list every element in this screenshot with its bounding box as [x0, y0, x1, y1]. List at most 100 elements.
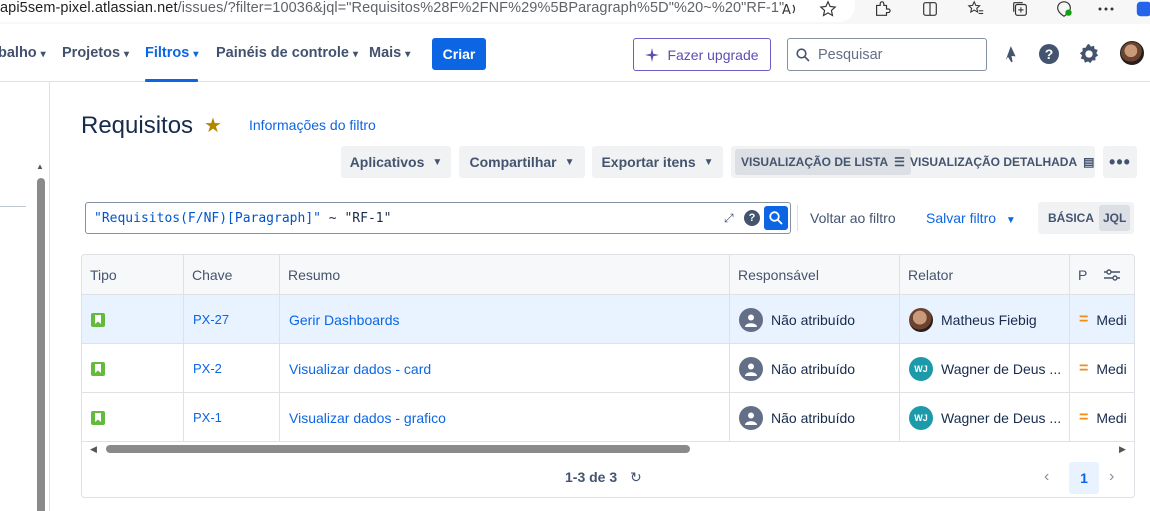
priority-cell[interactable]: = Medi	[1069, 344, 1134, 393]
jql-search-button[interactable]	[764, 206, 788, 230]
chevron-down-icon: ▼	[703, 156, 714, 168]
help-icon[interactable]: ?	[1036, 41, 1062, 67]
horizontal-scrollbar[interactable]: ◀ ▶	[82, 442, 1134, 456]
create-button[interactable]: Criar	[432, 38, 486, 70]
type-cell	[82, 295, 183, 344]
header-key[interactable]: Chave	[183, 255, 279, 295]
priority-medium-icon: =	[1079, 408, 1089, 426]
search-mode-toggle: BÁSICA JQL	[1038, 202, 1134, 234]
key-cell[interactable]: PX-1	[183, 393, 279, 442]
table-row[interactable]: PX-2 Visualizar dados - card Não atribuí…	[82, 344, 1134, 393]
scroll-left-arrow-icon[interactable]: ◀	[90, 444, 97, 455]
assignee-cell[interactable]: Não atribuído	[729, 344, 899, 393]
notifications-icon[interactable]	[996, 41, 1022, 67]
apps-button[interactable]: Aplicativos ▼	[341, 146, 451, 178]
chevron-down-icon: ▼	[564, 156, 575, 168]
column-settings-icon[interactable]	[1103, 267, 1121, 283]
url-text[interactable]: api5sem-pixel.atlassian.net/issues/?filt…	[0, 0, 784, 17]
scroll-up-arrow-icon[interactable]: ▲	[36, 162, 44, 171]
header-reporter[interactable]: Relator	[899, 255, 1069, 295]
priority-cell[interactable]: = Medi	[1069, 295, 1134, 344]
favorite-star-icon[interactable]	[818, 0, 838, 18]
header-priority[interactable]: P	[1069, 255, 1134, 295]
header-assignee[interactable]: Responsável	[729, 255, 899, 295]
search-input[interactable]: Pesquisar	[787, 38, 987, 71]
chevron-down-icon: ▼	[432, 156, 443, 168]
key-cell[interactable]: PX-27	[183, 295, 279, 344]
previous-page-icon[interactable]: ‹	[1044, 468, 1049, 486]
priority-medium-icon: =	[1079, 359, 1089, 377]
filter-info-link[interactable]: Informações do filtro	[249, 117, 376, 133]
basic-mode-button[interactable]: BÁSICA	[1044, 205, 1098, 231]
key-cell[interactable]: PX-2	[183, 344, 279, 393]
nav-projects[interactable]: Projetos ▾	[62, 45, 129, 61]
reporter-cell[interactable]: WJ Wagner de Deus ...	[899, 344, 1069, 393]
result-count: 1-3 de 3	[565, 469, 618, 485]
view-toggle: VISUALIZAÇÃO DE LISTA ☰ VISUALIZAÇÃO DETA…	[731, 146, 1095, 178]
collections-icon[interactable]	[1010, 0, 1030, 18]
favorites-icon[interactable]	[966, 0, 986, 18]
more-actions-button[interactable]: •••	[1103, 146, 1137, 178]
refresh-icon[interactable]: ↻	[630, 469, 642, 486]
settings-gear-icon[interactable]	[1076, 41, 1102, 67]
share-button[interactable]: Compartilhar ▼	[459, 146, 585, 178]
browser-menu-icon[interactable]	[1096, 0, 1116, 18]
nav-active-indicator	[145, 79, 198, 82]
summary-cell[interactable]: Visualizar dados - grafico	[279, 393, 729, 442]
upgrade-label: Fazer upgrade	[667, 46, 759, 63]
detail-view-toggle[interactable]: VISUALIZAÇÃO DETALHADA ▤	[904, 149, 1100, 175]
upgrade-button[interactable]: Fazer upgrade	[633, 38, 771, 71]
detail-view-icon: ▤	[1083, 155, 1095, 169]
jql-mode-button[interactable]: JQL	[1099, 205, 1131, 231]
summary-cell[interactable]: Gerir Dashboards	[279, 295, 729, 344]
browser-essentials-icon[interactable]	[1054, 0, 1074, 18]
table-row[interactable]: PX-1 Visualizar dados - grafico Não atri…	[82, 393, 1134, 442]
table-header: Tipo Chave Resumo Responsável Relator P	[82, 255, 1134, 295]
list-view-toggle[interactable]: VISUALIZAÇÃO DE LISTA ☰	[735, 149, 911, 175]
extensions-icon[interactable]	[872, 0, 892, 18]
browser-toolbar: api5sem-pixel.atlassian.net/issues/?filt…	[0, 0, 1150, 24]
nav-dashboards[interactable]: Painéis de controle ▾	[216, 45, 358, 61]
split-screen-icon[interactable]	[920, 0, 940, 18]
header-summary[interactable]: Resumo	[279, 255, 729, 295]
top-navigation: balho ▾ Projetos ▾ Filtros ▾ Painéis de con…	[0, 24, 1150, 82]
save-filter-button[interactable]: Salvar filtro ▼	[926, 210, 1016, 226]
issues-table: Tipo Chave Resumo Responsável Relator P …	[81, 254, 1135, 498]
chevron-down-icon: ▾	[193, 48, 199, 60]
nav-filters[interactable]: Filtros ▾	[145, 45, 198, 61]
copilot-icon[interactable]	[1134, 0, 1150, 18]
sidebar-scrollbar[interactable]	[37, 178, 45, 511]
export-button[interactable]: Exportar itens ▼	[592, 146, 723, 178]
chevron-down-icon: ▼	[1005, 215, 1016, 226]
next-page-icon[interactable]: ›	[1109, 468, 1114, 486]
table-row[interactable]: PX-27 Gerir Dashboards Não atribuído Mat…	[82, 295, 1134, 344]
jql-query[interactable]: "Requisitos(F/NF)[Paragraph]" ~ "RF-1"	[94, 211, 391, 226]
expand-icon[interactable]: ⤢	[724, 211, 734, 226]
priority-cell[interactable]: = Medi	[1069, 393, 1134, 442]
scrollbar-thumb[interactable]	[106, 445, 690, 453]
assignee-cell[interactable]: Não atribuído	[729, 393, 899, 442]
svg-text:?: ?	[1045, 46, 1054, 62]
current-page-button[interactable]: 1	[1069, 462, 1099, 494]
nav-your-work[interactable]: balho ▾	[0, 45, 46, 61]
search-icon	[769, 211, 783, 225]
story-icon	[91, 410, 105, 425]
summary-cell[interactable]: Visualizar dados - card	[279, 344, 729, 393]
nav-more[interactable]: Mais ▾	[369, 45, 410, 61]
chevron-down-icon: ▾	[40, 48, 46, 60]
syntax-help-icon[interactable]: ?	[744, 210, 760, 226]
assignee-cell[interactable]: Não atribuído	[729, 295, 899, 344]
scroll-right-arrow-icon[interactable]: ▶	[1119, 444, 1126, 455]
jql-input[interactable]: "Requisitos(F/NF)[Paragraph]" ~ "RF-1" ⤢…	[85, 202, 791, 234]
star-icon[interactable]: ★	[204, 113, 222, 138]
read-aloud-icon[interactable]: A	[780, 0, 800, 18]
chevron-down-icon: ▾	[124, 48, 130, 60]
back-to-filter-button[interactable]: Voltar ao filtro	[810, 210, 896, 226]
unassigned-avatar-icon	[739, 307, 763, 332]
page-title: Requisitos	[81, 112, 194, 139]
header-type[interactable]: Tipo	[82, 255, 184, 295]
user-avatar[interactable]	[1120, 41, 1144, 65]
reporter-cell[interactable]: WJ Wagner de Deus ...	[899, 393, 1069, 442]
chevron-down-icon: ▾	[405, 48, 411, 60]
reporter-cell[interactable]: Matheus Fiebig	[899, 295, 1069, 344]
